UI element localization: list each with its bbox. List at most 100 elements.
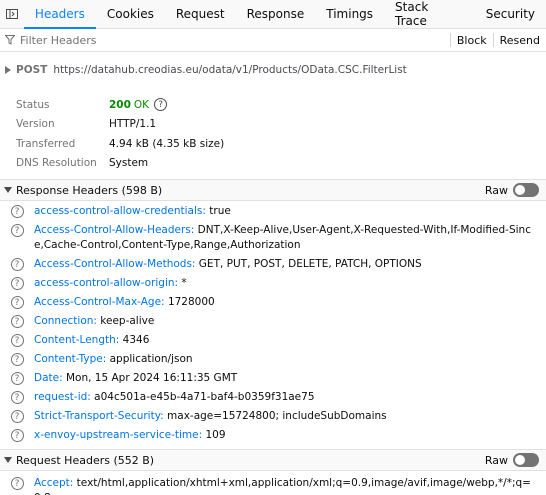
header-name: Access-Control-Allow-Methods:: [34, 258, 196, 270]
header-value: a04c501a-e45b-4a71-baf4-b0359f31ae75: [94, 391, 315, 403]
question-icon: ?: [10, 334, 24, 347]
header-value: max-age=15724800; includeSubDomains: [167, 410, 387, 422]
header-help-icon[interactable]: ?: [0, 223, 34, 253]
header-row[interactable]: ? Strict-Transport-Security: max-age=1572…: [0, 407, 546, 426]
raw-label: Raw: [484, 453, 508, 467]
header-help-icon[interactable]: ?: [0, 371, 34, 386]
header-help-icon[interactable]: ?: [0, 352, 34, 367]
header-help-icon[interactable]: ?: [0, 295, 34, 310]
header-name: Strict-Transport-Security:: [34, 410, 164, 422]
header-row[interactable]: ? request-id: a04c501a-e45b-4a71-baf4-b03…: [0, 388, 546, 407]
header-help-icon[interactable]: ?: [0, 476, 34, 495]
filter-headers-input[interactable]: [20, 30, 450, 50]
question-icon: ?: [10, 224, 24, 237]
toggle-sidebar-icon[interactable]: [0, 0, 24, 28]
header-content: Access-Control-Max-Age: 1728000: [34, 295, 546, 310]
status-help-icon[interactable]: ?: [154, 98, 168, 112]
header-content: Content-Length: 4346: [34, 333, 546, 348]
header-value: true: [209, 205, 231, 217]
header-name: access-control-allow-origin:: [34, 277, 179, 289]
header-name: request-id:: [34, 391, 91, 403]
header-value: keep-alive: [100, 315, 155, 327]
header-row[interactable]: ? Access-Control-Allow-Headers: DNT,X-Kee…: [0, 221, 546, 255]
raw-toggle[interactable]: [513, 453, 539, 467]
header-name: Content-Length:: [34, 334, 120, 346]
question-icon: ?: [10, 372, 24, 385]
question-icon: ?: [10, 429, 24, 442]
transferred-label: Transferred: [16, 137, 76, 150]
version-label: Version: [16, 118, 55, 131]
question-icon: ?: [10, 296, 24, 309]
header-value: application/json: [109, 353, 193, 365]
dns-row: DNS Resolution System: [16, 154, 224, 174]
header-value: text/html,application/xhtml+xml,applicat…: [34, 477, 531, 495]
request-headers-list: ? Accept: text/html,application/xhtml+xml…: [0, 474, 546, 495]
tab-response[interactable]: Response: [236, 0, 316, 28]
question-icon: ?: [10, 410, 24, 423]
tab-security[interactable]: Security: [475, 0, 546, 28]
header-name: Access-Control-Allow-Headers:: [34, 224, 195, 236]
expand-triangle-icon[interactable]: [0, 66, 16, 74]
header-row[interactable]: ? x-envoy-upstream-service-time: 109: [0, 426, 546, 445]
header-content: Accept: text/html,application/xhtml+xml,…: [34, 476, 546, 495]
response-headers-list: ? access-control-allow-credentials: true?…: [0, 202, 546, 445]
header-name: access-control-allow-credentials:: [34, 205, 206, 217]
header-row[interactable]: ? access-control-allow-origin: *: [0, 274, 546, 293]
version-row: Version HTTP/1.1: [16, 115, 224, 135]
header-help-icon[interactable]: ?: [0, 257, 34, 272]
header-content: Access-Control-Allow-Methods: GET, PUT, …: [34, 257, 546, 272]
header-help-icon[interactable]: ?: [0, 314, 34, 329]
status-value: 200 OK ?: [109, 98, 168, 112]
block-button[interactable]: Block: [451, 34, 493, 47]
header-help-icon[interactable]: ?: [0, 428, 34, 443]
collapse-triangle-icon[interactable]: [0, 187, 16, 193]
tab-stack-trace[interactable]: Stack Trace: [384, 0, 475, 28]
header-value: 4346: [122, 334, 150, 346]
header-help-icon[interactable]: ?: [0, 333, 34, 348]
request-summary-line[interactable]: POST https://datahub.creodias.eu/odata/v…: [0, 60, 546, 80]
resend-button[interactable]: Resend: [494, 34, 546, 47]
header-help-icon[interactable]: ?: [0, 390, 34, 405]
header-row[interactable]: ? Accept: text/html,application/xhtml+xml…: [0, 474, 546, 495]
tab-headers[interactable]: Headers: [23, 0, 96, 29]
question-icon: ?: [10, 353, 24, 366]
raw-toggle[interactable]: [513, 183, 539, 197]
header-value: *: [181, 277, 187, 289]
status-row: Status 200 OK ?: [16, 95, 224, 115]
tab-request[interactable]: Request: [165, 0, 236, 28]
header-row[interactable]: ? Access-Control-Allow-Methods: GET, PUT,…: [0, 255, 546, 274]
response-headers-title: Response Headers (598 B): [16, 183, 163, 197]
header-content: Connection: keep-alive: [34, 314, 546, 329]
request-headers-section[interactable]: Request Headers (552 B) Raw: [0, 449, 546, 471]
header-row[interactable]: ? Access-Control-Max-Age: 1728000: [0, 293, 546, 312]
response-headers-section[interactable]: Response Headers (598 B) Raw: [0, 179, 546, 201]
tab-timings[interactable]: Timings: [315, 0, 384, 28]
header-row[interactable]: ? Content-Length: 4346: [0, 331, 546, 350]
header-value: GET, PUT, POST, DELETE, PATCH, OPTIONS: [198, 258, 422, 270]
filter-icon: [0, 35, 20, 45]
header-content: access-control-allow-credentials: true: [34, 204, 546, 219]
request-url: https://datahub.creodias.eu/odata/v1/Pro…: [53, 64, 407, 76]
question-icon: ?: [10, 391, 24, 404]
request-summary: Status 200 OK ? Version HTTP/1.1 Transfe…: [16, 95, 224, 173]
question-icon: ?: [10, 477, 24, 490]
version-value: HTTP/1.1: [109, 118, 157, 131]
header-row[interactable]: ? Connection: keep-alive: [0, 312, 546, 331]
header-name: Date:: [34, 372, 63, 384]
header-value: Mon, 15 Apr 2024 16:11:35 GMT: [65, 372, 238, 384]
header-help-icon[interactable]: ?: [0, 204, 34, 219]
header-help-icon[interactable]: ?: [0, 276, 34, 291]
header-row[interactable]: ? Date: Mon, 15 Apr 2024 16:11:35 GMT: [0, 369, 546, 388]
header-row[interactable]: ? Content-Type: application/json: [0, 350, 546, 369]
header-name: Accept:: [34, 477, 74, 489]
transferred-value: 4.94 kB (4.35 kB size): [109, 137, 225, 150]
question-icon: ?: [10, 277, 24, 290]
header-name: Content-Type:: [34, 353, 107, 365]
status-code: 200: [109, 98, 131, 111]
tab-cookies[interactable]: Cookies: [96, 0, 165, 28]
header-help-icon[interactable]: ?: [0, 409, 34, 424]
header-row[interactable]: ? access-control-allow-credentials: true: [0, 202, 546, 221]
collapse-triangle-icon[interactable]: [0, 457, 16, 463]
filter-toolbar: Block Resend: [0, 29, 546, 52]
header-content: access-control-allow-origin: *: [34, 276, 546, 291]
